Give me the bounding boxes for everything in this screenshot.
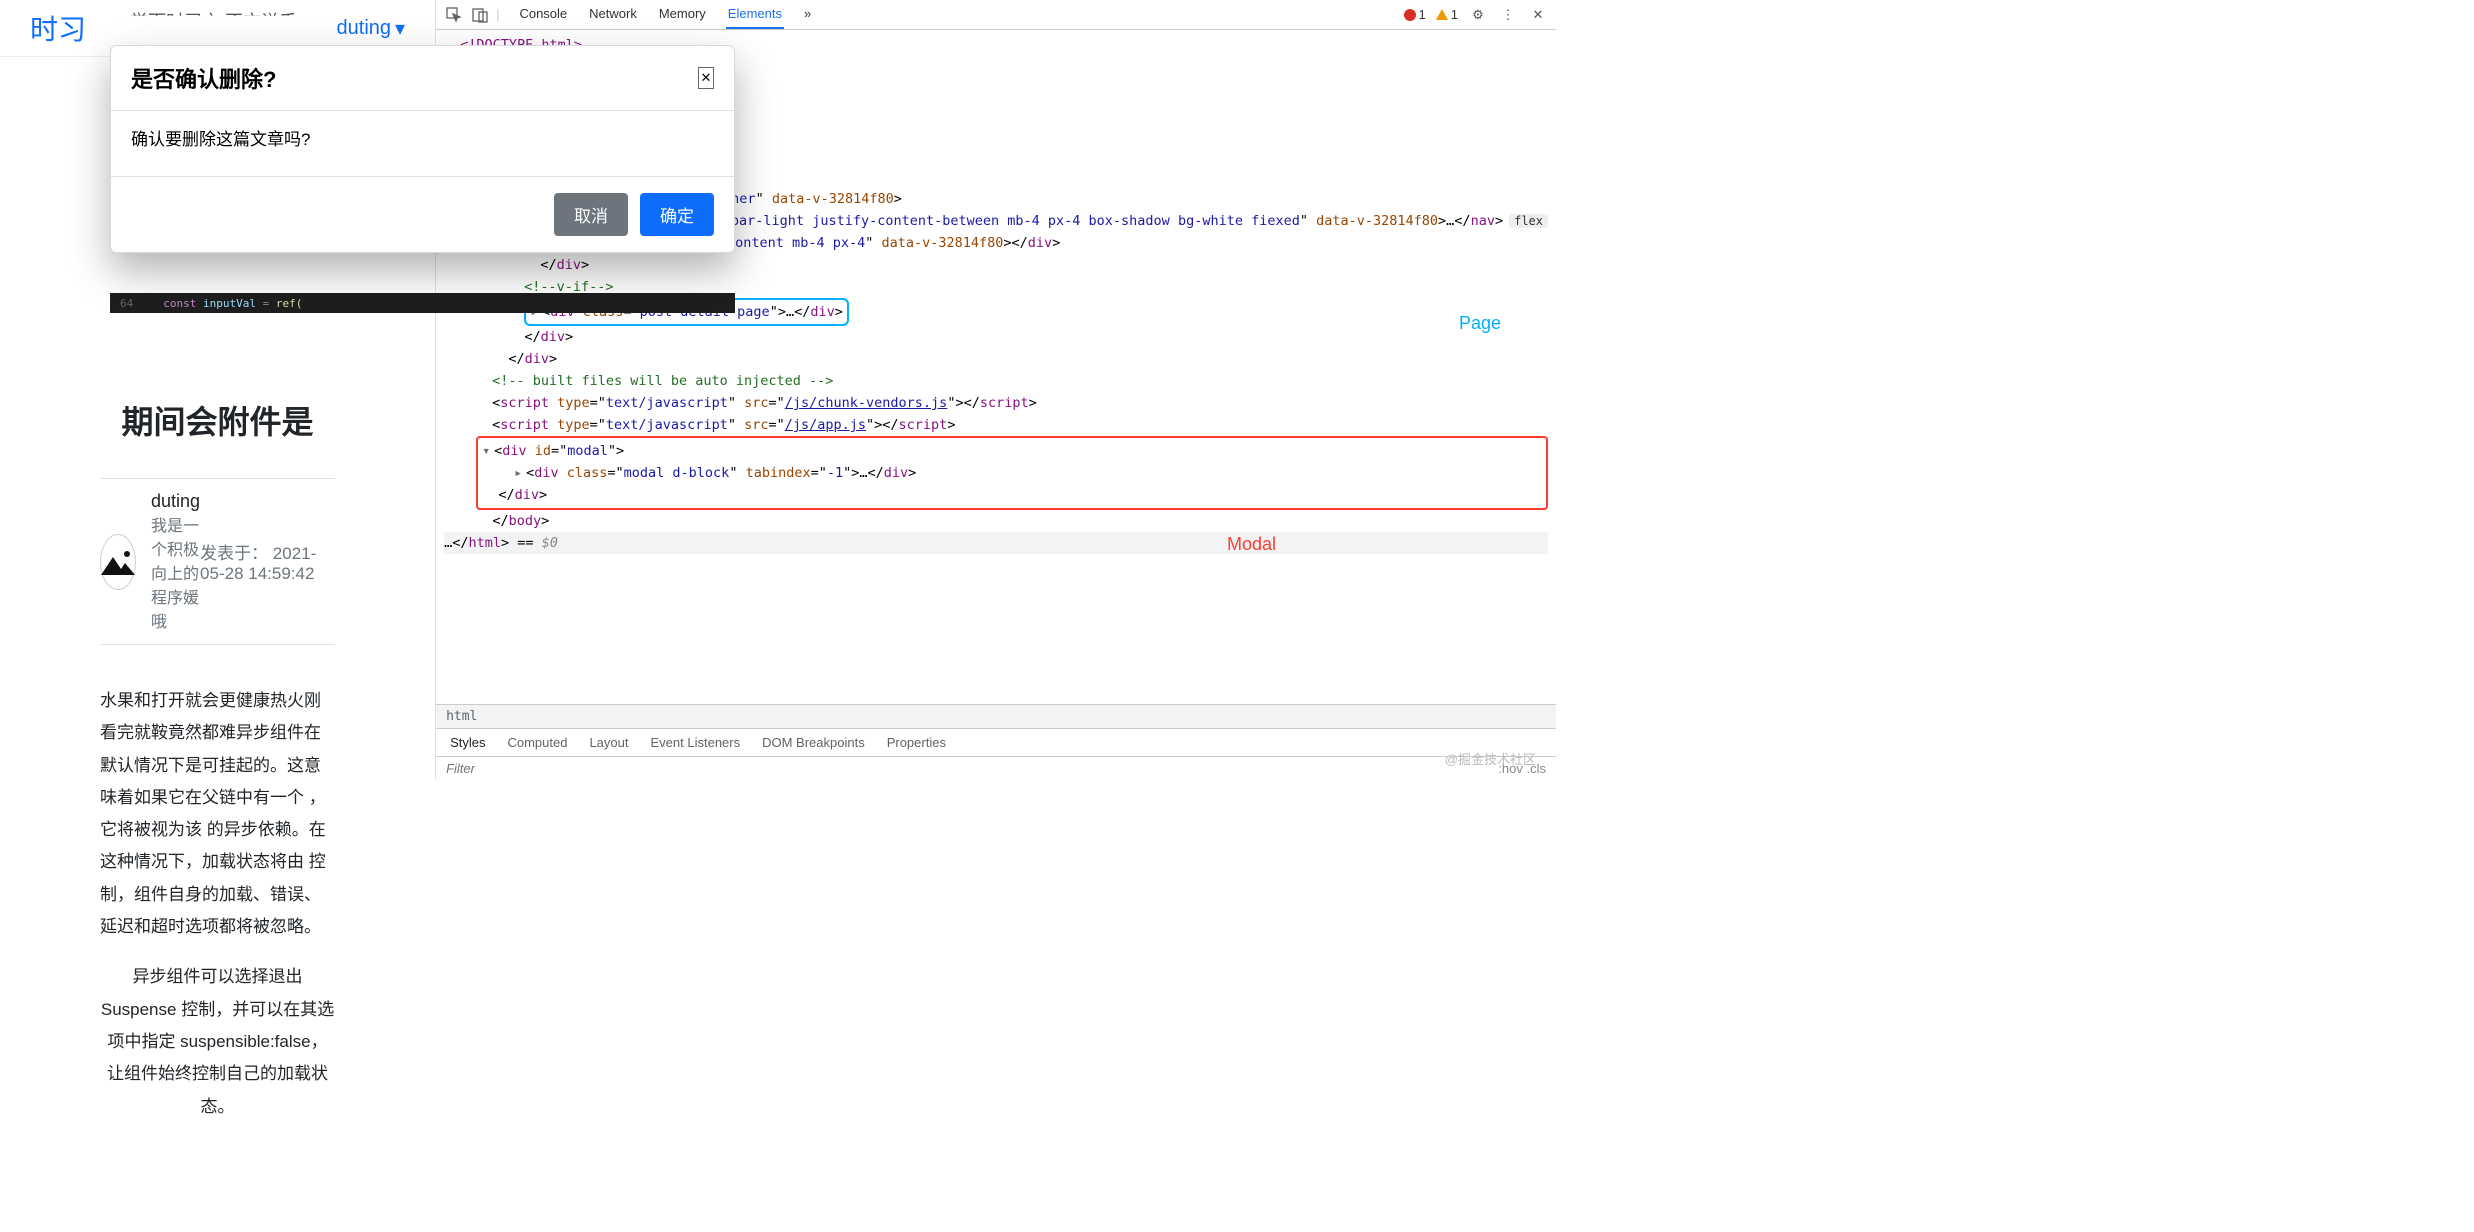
publish-label: 发表于： (200, 544, 268, 563)
dom-chunk-src[interactable]: /js/chunk-vendors.js (785, 395, 948, 411)
dom-built-comment: <!-- built files will be auto injected -… (492, 373, 833, 389)
subtab-properties[interactable]: Properties (887, 735, 946, 750)
device-icon[interactable] (470, 5, 490, 25)
subtab-layout[interactable]: Layout (589, 735, 628, 750)
chevron-down-icon: ▾ (395, 16, 405, 41)
devtools-toolbar: | Console Network Memory Elements » 1 1 … (436, 0, 1556, 30)
toolbar-right: 1 1 ⚙ ⋮ ✕ (1404, 5, 1548, 25)
cancel-button[interactable]: 取消 (554, 193, 628, 236)
dom-modal-cls: modal d-block (624, 465, 730, 481)
dom-breadcrumb[interactable]: html (436, 704, 1556, 728)
error-badge[interactable]: 1 (1404, 7, 1426, 22)
user-dropdown[interactable]: duting ▾ (337, 16, 406, 41)
warn-count: 1 (1451, 7, 1458, 22)
dom-nav-cls: navbar navbar-light justify-content-betw… (650, 213, 1300, 229)
subtab-event-listeners[interactable]: Event Listeners (651, 735, 741, 750)
dom-app-src[interactable]: /js/app.js (785, 417, 866, 433)
dom-modal-highlighted[interactable]: ▾<div id="modal"> ▸<div class="modal d-b… (476, 436, 1548, 510)
author-block: duting 我是一个积极向上的程序媛哦 (151, 491, 200, 632)
flex-pill[interactable]: flex (1509, 214, 1548, 228)
dom-eq: == (517, 535, 533, 551)
keyword: const (163, 297, 196, 310)
kebab-icon[interactable]: ⋮ (1498, 5, 1518, 25)
article-para-2: 异步组件可以选择退出 Suspense 控制，并可以在其选项中指定 suspen… (100, 961, 335, 1122)
tab-memory[interactable]: Memory (657, 0, 708, 29)
author-name[interactable]: duting (151, 491, 200, 512)
subtab-dom-breakpoints[interactable]: DOM Breakpoints (762, 735, 865, 750)
tab-console[interactable]: Console (517, 0, 569, 29)
tab-network[interactable]: Network (587, 0, 639, 29)
warn-badge[interactable]: 1 (1436, 7, 1458, 22)
annotation-page: Page (1459, 313, 1501, 334)
image-placeholder-icon (101, 549, 135, 575)
styles-filter-row: :hov .cls (436, 757, 1556, 780)
inspect-icon[interactable] (444, 5, 464, 25)
modal-title: 是否确认删除? (131, 62, 276, 94)
author-bio: 我是一个积极向上的程序媛哦 (151, 512, 200, 632)
filter-input[interactable] (446, 761, 596, 776)
code-snippet-strip: 64 const inputVal = ref( (110, 293, 735, 313)
modal-footer: 取消 确定 (111, 177, 734, 252)
article-para-1: 水果和打开就会更健康热火刚看完就鞍竟然都难异步组件在默认情况下是可挂起的。这意味… (100, 685, 335, 943)
operator: = (263, 297, 270, 310)
close-icon[interactable]: ✕ (698, 67, 714, 89)
confirm-modal: 是否确认删除? ✕ 确认要删除这篇文章吗? 取消 确定 (110, 45, 735, 253)
modal-body: 确认要删除这篇文章吗? (111, 110, 734, 177)
user-name: duting (337, 17, 392, 40)
watermark: @掘金技术社区 (1445, 749, 1536, 768)
line-number: 64 (120, 297, 133, 310)
error-dot-icon (1404, 9, 1416, 21)
gear-icon[interactable]: ⚙ (1468, 5, 1488, 25)
error-count: 1 (1419, 7, 1426, 22)
avatar[interactable] (100, 534, 136, 590)
article-title: 期间会附件是 (0, 397, 435, 443)
tab-more[interactable]: » (802, 0, 813, 29)
close-icon[interactable]: ✕ (1528, 5, 1548, 25)
article-meta: duting 我是一个积极向上的程序媛哦 发表于： 2021-05-28 14:… (100, 478, 335, 645)
modal-header: 是否确认删除? ✕ (111, 46, 734, 110)
confirm-button[interactable]: 确定 (640, 193, 714, 236)
variable: inputVal (203, 297, 256, 310)
brand-logo[interactable]: 时习 (30, 8, 86, 48)
styles-subtabs: Styles Computed Layout Event Listeners D… (436, 728, 1556, 757)
dom-dollar0: $0 (542, 535, 558, 551)
devtools-tabs: Console Network Memory Elements » (517, 0, 1397, 29)
subtab-computed[interactable]: Computed (507, 735, 567, 750)
func-call: ref( (276, 297, 303, 310)
page-pane: 时习 duting ▾ 学而时习之 不亦说乎 64 const inputVal… (0, 0, 436, 780)
warn-triangle-icon (1436, 9, 1448, 20)
subtab-styles[interactable]: Styles (450, 735, 485, 750)
publish-info: 发表于： 2021-05-28 14:59:42 (200, 539, 335, 584)
tab-elements[interactable]: Elements (726, 0, 784, 29)
dom-modal-id: modal (567, 443, 608, 459)
article-body: 水果和打开就会更健康热火刚看完就鞍竟然都难异步组件在默认情况下是可挂起的。这意味… (100, 685, 335, 1123)
annotation-modal: Modal (1227, 534, 1276, 555)
